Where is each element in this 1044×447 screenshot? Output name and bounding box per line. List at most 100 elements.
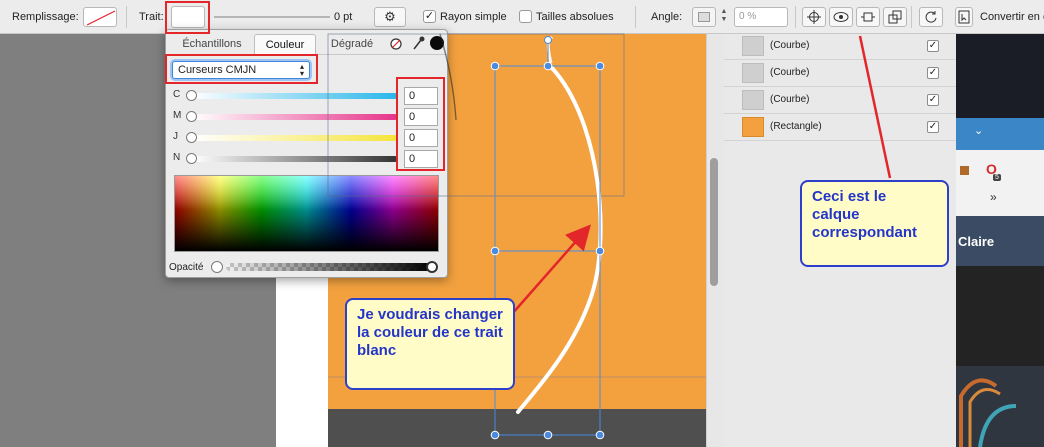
gear-icon: ⚙ [384,9,396,24]
cyan-slider[interactable] [192,93,398,99]
yellow-value-field[interactable]: 0 [404,129,438,147]
stroke-settings-button[interactable]: ⚙ [374,7,406,27]
stroke-width-value: 0 pt [334,11,353,23]
eyedropper-icon[interactable] [411,35,425,51]
blue-bar: ⌄ [956,118,1044,150]
angle-preview-icon [698,12,710,22]
simple-radius-label: Rayon simple [440,11,507,23]
yellow-slider[interactable] [192,135,398,141]
transform-button[interactable] [919,7,943,27]
no-color-icon[interactable] [390,38,402,50]
context-toolbar: Remplissage: Trait: 0 pt ⚙ ✓ Rayon simpl… [0,0,1044,34]
spectrum-highlight [175,176,438,210]
slider-label-c: C [173,89,181,100]
arrange-button[interactable] [883,7,907,27]
opacity-min-knob[interactable] [211,261,223,273]
slider-knob[interactable] [186,153,197,164]
current-color-swatch[interactable] [430,36,444,50]
tab-gradient[interactable]: Dégradé [318,34,386,54]
layer-visibility-checkbox[interactable]: ✓ [927,67,939,79]
opacity-label: Opacité [169,262,204,273]
chevron-down-icon[interactable]: ▼ [721,16,728,23]
separator [795,6,796,28]
layer-thumbnail [742,63,764,83]
angle-swatch[interactable] [692,7,716,27]
stroke-width-slider[interactable] [214,16,330,18]
layer-row[interactable]: (Courbe) ✓ [724,87,956,114]
magenta-slider[interactable] [192,114,398,120]
dark-header [956,34,1044,118]
layer-thumbnail [742,117,764,137]
select-arrows-icon: ▴ ▾ [299,62,304,78]
tab-swatches[interactable]: Échantillons [172,34,252,54]
black-value-field[interactable]: 0 [404,150,438,168]
snap-center-button[interactable] [802,7,826,27]
layer-name: (Courbe) [770,40,810,51]
layer-name: (Courbe) [770,67,810,78]
toolbar-strip: O 5 » [956,150,1044,216]
slider-knob[interactable] [186,90,197,101]
chevron-up-icon[interactable]: ▲ [721,8,728,15]
view-button[interactable] [829,7,853,27]
decorative-stripes [959,378,1017,447]
tab-color[interactable]: Couleur [254,34,316,54]
layer-visibility-checkbox[interactable]: ✓ [927,94,939,106]
fill-swatch[interactable] [83,7,117,27]
layers-arrange-icon [888,10,902,24]
angle-value: 0 % [739,11,757,22]
layer-thumbnail [742,36,764,56]
simple-radius-checkbox[interactable]: ✓ [423,10,436,23]
image-preview [956,366,1044,447]
tab-divider [166,54,447,55]
angle-input[interactable]: 0 % [734,7,788,27]
layer-row[interactable]: (Courbe) ✓ [724,33,956,60]
angle-label: Angle: [651,11,683,23]
overflow-chevrons[interactable]: » [990,190,997,204]
rotate-icon [925,11,937,23]
layer-name: (Rectangle) [770,121,822,132]
crosshair-icon [807,10,821,24]
cyan-value-field[interactable]: 0 [404,87,438,105]
callout-stroke-note: Je voudrais changer la couleur de ce tra… [345,298,515,390]
magenta-value-field[interactable]: 0 [404,108,438,126]
color-spectrum[interactable] [174,175,439,252]
color-mode-select[interactable]: Curseurs CMJN ▴ ▾ [172,61,310,79]
convert-label[interactable]: Convertir en c [980,11,1044,23]
panel-header: Claire [956,216,1044,266]
layer-visibility-checkbox[interactable]: ✓ [927,40,939,52]
color-mode-value: Curseurs CMJN [178,64,257,76]
fill-label: Remplissage: [12,11,79,23]
angle-stepper[interactable]: ▲ ▼ [718,8,730,26]
chevron-down-icon[interactable]: ⌄ [974,124,983,137]
panel-title: Claire [958,234,995,249]
cursor-icon [958,10,970,24]
layer-name: (Courbe) [770,94,810,105]
absolute-sizes-checkbox[interactable] [519,10,532,23]
separator [635,6,636,28]
color-popover: Échantillons Couleur Dégradé Curseurs CM… [165,29,448,278]
eye-icon [833,12,849,22]
notification-badge: 5 [993,174,1001,181]
slider-label-n: N [173,152,181,163]
convert-icon-button[interactable] [955,7,973,27]
opacity-slider[interactable] [226,263,434,271]
slider-label-j: J [173,131,178,142]
layer-row[interactable]: (Courbe) ✓ [724,60,956,87]
no-fill-icon [86,10,116,26]
opacity-knob[interactable] [426,261,438,273]
slider-knob[interactable] [186,111,197,122]
stroke-label: Trait: [139,11,164,23]
callout-layer-note: Ceci est le calque correspondant [800,180,949,267]
slider-label-m: M [173,110,182,121]
app-icon [960,166,969,175]
layer-row[interactable]: (Rectangle) ✓ [724,114,956,141]
expand-icon [861,12,875,22]
dark-panel [956,266,1044,366]
slider-knob[interactable] [186,132,197,143]
black-slider[interactable] [192,156,398,162]
fit-button[interactable] [856,7,880,27]
background-app-window: ⌄ O 5 » Claire [956,34,1044,447]
layer-visibility-checkbox[interactable]: ✓ [927,121,939,133]
scrollbar-thumb[interactable] [710,158,718,286]
stroke-swatch[interactable] [171,6,205,28]
